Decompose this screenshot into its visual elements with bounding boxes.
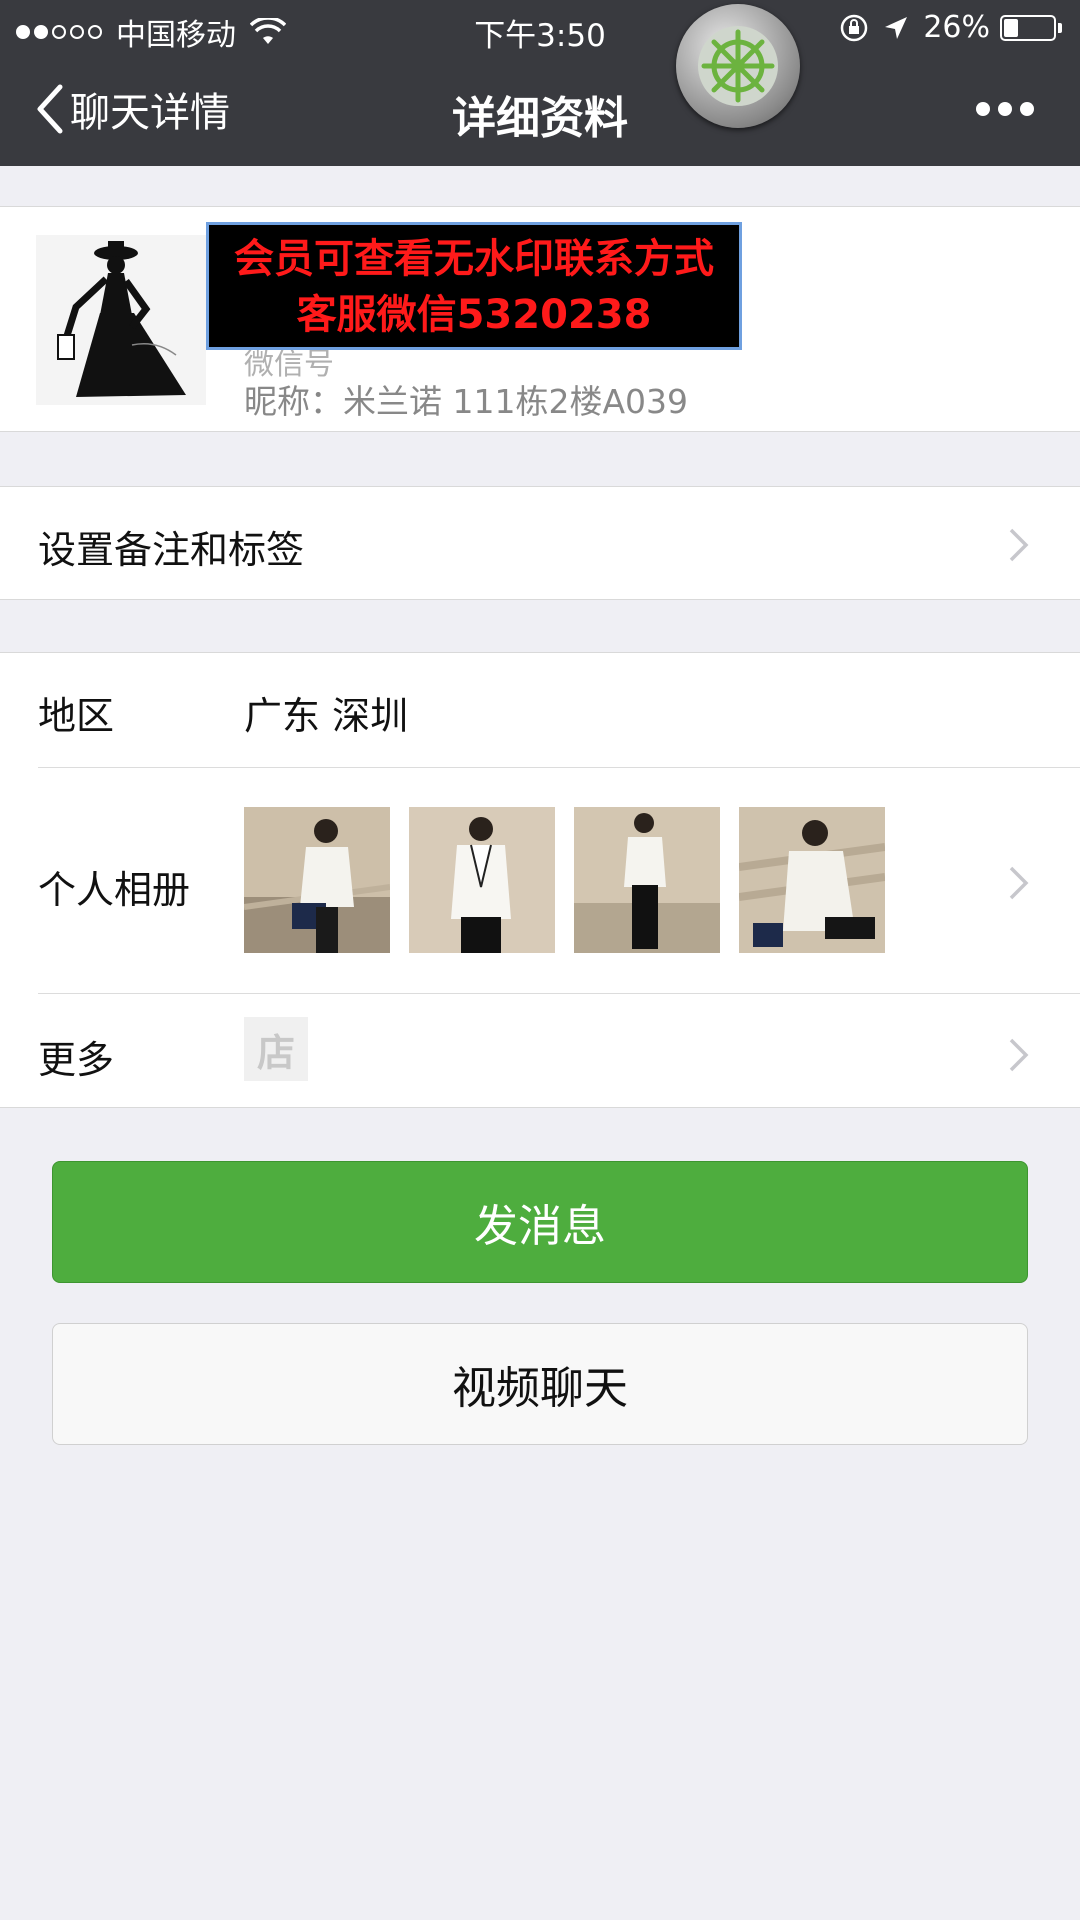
battery-indicator: 26%	[923, 10, 1062, 45]
avatar-illustration	[36, 235, 206, 405]
album-thumbnails	[244, 807, 904, 953]
video-chat-button[interactable]: 视频聊天	[52, 1323, 1028, 1445]
page-title: 详细资料	[452, 93, 628, 144]
region-value: 广东 深圳	[244, 694, 409, 738]
album-photo	[244, 807, 390, 953]
divider	[38, 993, 1080, 994]
watermark-line-1: 会员可查看无水印联系方式	[234, 236, 714, 282]
nickname: 昵称：米兰诺 111栋2楼A039	[244, 382, 689, 421]
more-options-button[interactable]	[968, 102, 1034, 116]
ship-wheel-icon	[698, 26, 778, 106]
shop-icon: 店	[244, 1017, 308, 1081]
divider	[38, 767, 1080, 768]
set-remark-label: 设置备注和标签	[38, 528, 305, 572]
set-remark-and-tags-row[interactable]: 设置备注和标签	[0, 486, 1080, 600]
chevron-right-icon	[1009, 866, 1029, 900]
region-label: 地区	[38, 694, 115, 738]
status-bar: 中国移动 下午3:50 26%	[0, 0, 1080, 54]
info-group: 地区 广东 深圳 个人相册 更多 店	[0, 652, 1080, 1108]
battery-icon	[1000, 14, 1056, 41]
rotation-lock-icon	[841, 14, 868, 41]
send-message-button[interactable]: 发消息	[52, 1161, 1028, 1283]
top-bar: 中国移动 下午3:50 26% 聊天详情 详细资料	[0, 0, 1080, 166]
chevron-right-icon	[1009, 528, 1029, 562]
floating-helm-button[interactable]	[676, 4, 800, 128]
album-photo	[739, 807, 885, 953]
navigation-bar: 聊天详情 详细资料	[0, 54, 1080, 166]
location-arrow-icon	[885, 16, 908, 39]
chevron-right-icon	[1009, 1038, 1029, 1072]
personal-album-label: 个人相册	[38, 868, 191, 912]
avatar[interactable]	[36, 235, 206, 405]
more-label: 更多	[38, 1038, 115, 1082]
battery-percent: 26%	[923, 10, 990, 45]
album-photo	[409, 807, 555, 953]
watermark-overlay: 会员可查看无水印联系方式 客服微信5320238	[206, 222, 742, 350]
album-photo	[574, 807, 720, 953]
watermark-line-2: 客服微信5320238	[296, 292, 652, 338]
status-right: 26%	[839, 10, 1062, 45]
